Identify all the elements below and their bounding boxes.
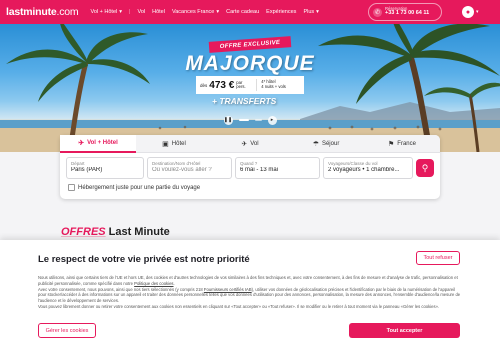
price-divider — [256, 79, 258, 91]
partial-stay-option[interactable]: Hébergement juste pour une partie du voy… — [68, 184, 200, 191]
nav-label: Vol — [137, 9, 146, 15]
tab-vol-hotel[interactable]: ✈ Vol + Hôtel — [60, 135, 136, 153]
refuse-all-button[interactable]: Tout refuser — [416, 251, 460, 265]
offers-title: Last Minute — [108, 226, 170, 238]
chevron-down-icon: ▾ — [119, 9, 123, 15]
cookie-consent-banner: Le respect de votre vie privée est notre… — [0, 240, 500, 348]
departure-value: Paris (PAR) — [71, 166, 103, 173]
destination-field[interactable]: Destination/Nom d'Hôtel Où voulez-vous a… — [147, 157, 232, 179]
price-conditions: 4* hôtel 4 nuits + vols — [261, 79, 286, 90]
tab-label: France — [397, 140, 416, 147]
partial-stay-label: Hébergement juste pour une partie du voy… — [78, 184, 201, 191]
umbrella-icon: ☂ — [312, 140, 319, 148]
tab-label: Vol + Hôtel — [87, 140, 118, 146]
nav-plus[interactable]: Plus ▾ — [303, 9, 318, 15]
dates-value: 6 mai - 13 mai — [240, 166, 279, 173]
hero-transfers-tagline: + TRANSFERTS — [212, 96, 277, 106]
carousel-indicator-active[interactable] — [238, 119, 249, 121]
tab-sejour[interactable]: ☂ Séjour — [288, 135, 364, 153]
tab-label: Hôtel — [171, 140, 186, 147]
logo-tld: .com — [56, 6, 79, 18]
price-from: dès — [200, 82, 208, 88]
chevron-right-icon[interactable]: ▸ — [267, 115, 277, 125]
hero-price-box: dès 473 € par pers. 4* hôtel 4 nuits + v… — [196, 76, 304, 94]
search-fields: Départ Paris (PAR) Destination/Nom d'Hôt… — [66, 157, 436, 179]
chevron-down-icon: ▾ — [476, 9, 479, 15]
travellers-value: 2 voyageurs • 1 chambre... — [328, 166, 400, 173]
nav-label: Hôtel — [152, 9, 165, 15]
logo-text: lastminute — [6, 6, 57, 18]
nav-experiences[interactable]: Expériences — [266, 9, 296, 15]
reservation-text: Réservation +33 1 73 00 64 11 — [385, 5, 430, 17]
tab-label: Séjour — [321, 140, 340, 147]
destination-placeholder: Où voulez-vous aller ? — [152, 166, 212, 173]
flag-icon: ⚑ — [388, 140, 395, 148]
chevron-down-icon: ▾ — [316, 9, 319, 15]
top-navigation-bar: lastminute.com Vol + Hôtel ▾ | Vol Hôtel … — [0, 0, 500, 24]
nav-carte-cadeau[interactable]: Carte cadeau — [226, 9, 259, 15]
phone-icon: ✆ — [373, 7, 382, 17]
cookie-banner-text: Nous utilisons, ainsi que certains tiers… — [38, 275, 461, 309]
plane-icon: ✈ — [241, 140, 248, 148]
nav-vol-hotel[interactable]: Vol + Hôtel ▾ — [90, 9, 122, 15]
nav-separator: | — [129, 9, 131, 15]
hero-carousel-controls: ❚❚ ▸ — [220, 115, 280, 125]
nav-vol[interactable]: Vol — [137, 9, 145, 15]
tab-france[interactable]: ⚑ France — [364, 135, 440, 153]
nav-label: Carte cadeau — [226, 9, 260, 15]
price-per-person: par pers. — [236, 79, 246, 89]
condition-nights: 4 nuits + vols — [261, 84, 286, 89]
nav-label: Plus — [303, 9, 315, 15]
chevron-down-icon: ▾ — [216, 9, 220, 15]
travellers-field[interactable]: Voyageurs/Classe du vol 2 voyageurs • 1 … — [323, 157, 413, 179]
search-widget: ✈ Vol + Hôtel ▣ Hôtel ✈ Vol ☂ Séjour ⚑ France… — [60, 135, 440, 199]
iab-vendors-link[interactable]: Fournisseurs certifiés IAB — [204, 287, 252, 292]
nav-label: Expériences — [266, 9, 297, 15]
nav-label: Vol + Hôtel — [90, 9, 118, 15]
last-minute-offers-heading: OFFRES Last Minute — [61, 226, 170, 238]
hotel-icon: ▣ — [162, 140, 169, 148]
nav-vacances-france[interactable]: Vacances France ▾ — [172, 9, 219, 15]
main-nav: Vol + Hôtel ▾ | Vol Hôtel Vacances France… — [90, 9, 318, 15]
search-icon: ⚲ — [421, 162, 429, 173]
user-icon: ● — [462, 6, 474, 18]
cookie-policy-link[interactable]: Politique des cookies — [134, 281, 173, 286]
hero-title: MAJORQUE — [185, 52, 315, 75]
reservation-phone-button[interactable]: ✆ Réservation +33 1 73 00 64 11 — [368, 3, 442, 21]
plane-hotel-icon: ✈ — [78, 140, 85, 147]
lastminute-logo[interactable]: lastminute.com — [6, 6, 79, 18]
offers-title-highlight: OFFRES — [61, 226, 106, 238]
cookie-banner-title: Le respect de votre vie privée est notre… — [38, 254, 250, 265]
reservation-label: Réservation — [385, 5, 408, 11]
nav-label: Vacances France — [171, 9, 215, 15]
departure-field[interactable]: Départ Paris (PAR) — [66, 157, 144, 179]
account-menu[interactable]: ● ▾ — [462, 5, 490, 19]
cookie-text-1: Nous utilisons, ainsi que certains tiers… — [38, 275, 458, 286]
accept-all-button[interactable]: Tout accepter — [349, 323, 460, 338]
price-amount: 473 € — [209, 79, 235, 91]
cookie-text-2: Avec votre consentement, nous pouvons, a… — [38, 286, 203, 292]
partial-stay-checkbox[interactable] — [68, 184, 75, 191]
reservation-phone-number: +33 1 73 00 64 11 — [385, 10, 430, 17]
tab-vol[interactable]: ✈ Vol — [212, 135, 288, 153]
tab-hotel[interactable]: ▣ Hôtel — [136, 135, 212, 153]
manage-cookies-button[interactable]: Gérer les cookies — [38, 323, 96, 338]
pause-icon[interactable]: ❚❚ — [223, 115, 233, 125]
cookie-text-4: Vous pouvez librement donner ou retirer … — [38, 303, 440, 309]
product-tabs: ✈ Vol + Hôtel ▣ Hôtel ✈ Vol ☂ Séjour ⚑ France — [60, 135, 440, 153]
hero-banner[interactable]: OFFRE EXCLUSIVE MAJORQUE dès 473 € par p… — [0, 24, 500, 152]
nav-hotel[interactable]: Hôtel — [152, 9, 165, 15]
dates-field[interactable]: Quand ? 6 mai - 13 mai — [235, 157, 320, 179]
tab-label: Vol — [250, 140, 259, 147]
search-button[interactable]: ⚲ — [416, 159, 434, 177]
carousel-indicator[interactable] — [254, 119, 262, 121]
